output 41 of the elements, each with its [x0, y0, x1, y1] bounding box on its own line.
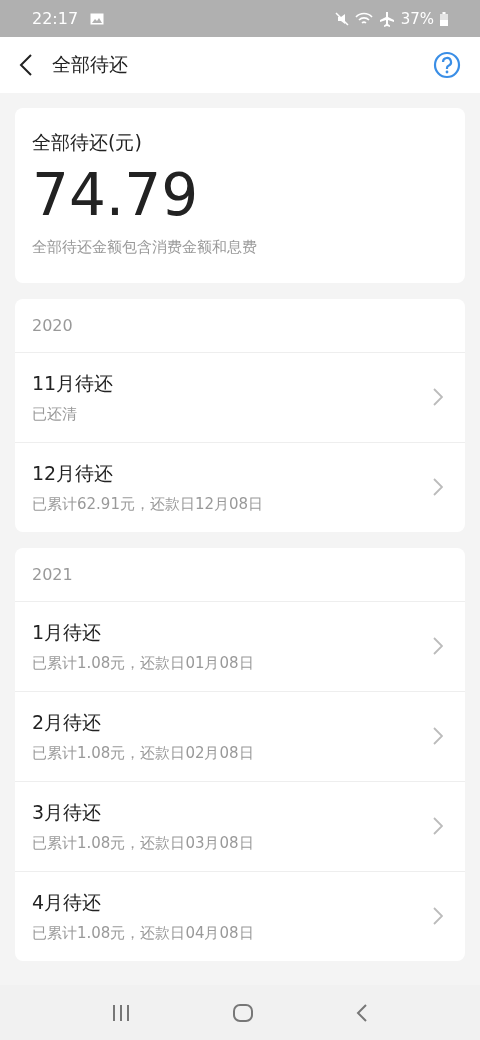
chevron-icon	[433, 637, 443, 656]
chevron-icon	[433, 727, 443, 746]
recents-icon[interactable]	[111, 1004, 130, 1021]
month-detail: 已累计1.08元，还款日03月08日	[32, 833, 255, 853]
summary-note: 全部待还金额包含消费金额和息费	[32, 237, 258, 257]
mute-icon	[334, 11, 349, 26]
month-detail: 已累计1.08元，还款日02月08日	[32, 743, 255, 763]
month-detail: 已累计1.08元，还款日04月08日	[32, 923, 255, 943]
month-title: 4月待还	[32, 889, 103, 915]
help-icon[interactable]	[433, 51, 461, 79]
home-icon[interactable]	[233, 1003, 253, 1022]
chevron-icon	[433, 388, 443, 407]
battery-percent: 37%	[400, 9, 434, 28]
month-detail: 已累计62.91元，还款日12月08日	[32, 494, 265, 514]
month-row[interactable]: 2月待还 已累计1.08元，还款日02月08日	[15, 691, 465, 782]
month-row[interactable]: 3月待还 已累计1.08元，还款日03月08日	[15, 781, 465, 872]
month-title: 12月待还	[32, 460, 115, 486]
chevron-icon	[433, 478, 443, 497]
month-row[interactable]: 12月待还 已累计62.91元，还款日12月08日	[15, 442, 465, 532]
back-icon[interactable]	[19, 54, 33, 76]
month-row[interactable]: 1月待还 已累计1.08元，还款日01月08日	[15, 601, 465, 692]
year-heading: 2020	[32, 315, 73, 335]
month-title: 3月待还	[32, 799, 103, 825]
month-title: 1月待还	[32, 619, 103, 645]
total-amount: 74.79	[32, 164, 200, 228]
month-title: 2月待还	[32, 709, 103, 735]
page-title: 全部待还	[52, 52, 128, 77]
chevron-icon	[433, 817, 443, 836]
airplane-icon	[378, 10, 395, 27]
chevron-icon	[433, 907, 443, 926]
month-detail: 已还清	[32, 404, 78, 424]
image-icon	[90, 12, 105, 25]
status-time: 22:17	[32, 9, 79, 28]
summary-label: 全部待还(元)	[32, 130, 143, 155]
month-detail: 已累计1.08元，还款日01月08日	[32, 653, 255, 673]
year-heading: 2021	[32, 564, 73, 584]
month-row[interactable]: 4月待还 已累计1.08元，还款日04月08日	[15, 871, 465, 961]
wifi-icon	[354, 11, 373, 26]
battery-icon	[440, 11, 448, 26]
month-row[interactable]: 11月待还 已还清	[15, 352, 465, 443]
month-title: 11月待还	[32, 370, 115, 396]
